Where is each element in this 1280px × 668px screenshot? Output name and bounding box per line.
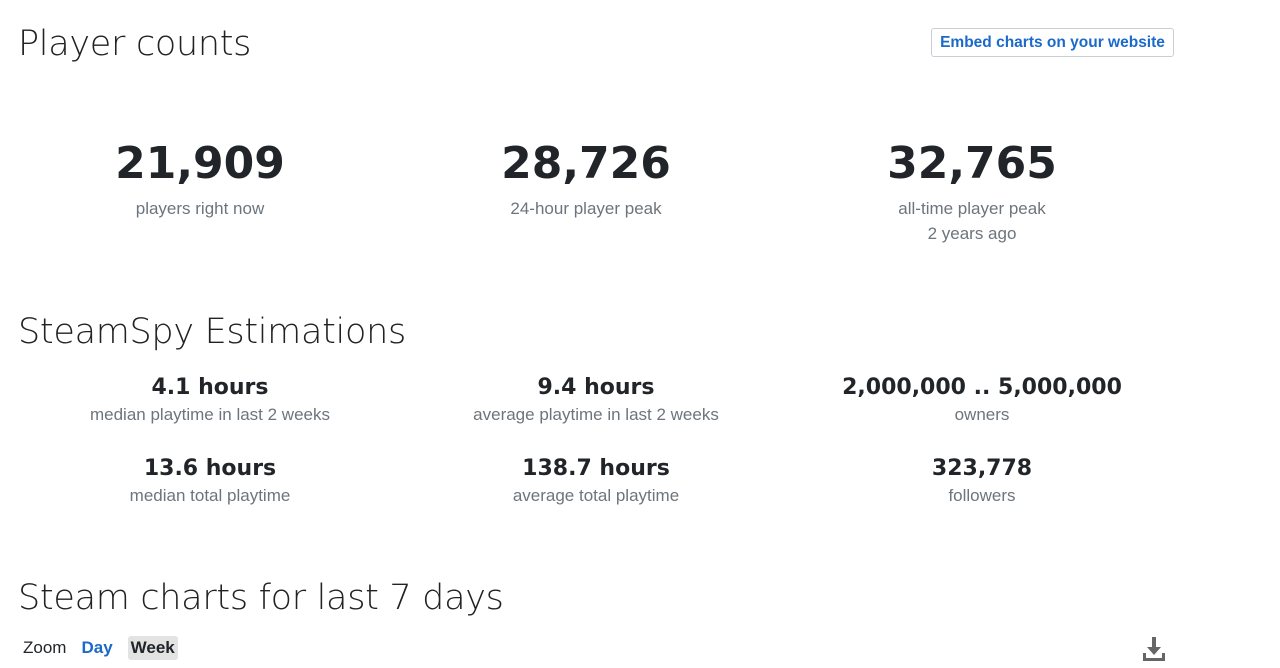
estimate-label: average playtime in last 2 weeks	[473, 405, 719, 424]
estimate-value: 13.6 hours	[143, 456, 277, 481]
zoom-week-button[interactable]: Week	[127, 636, 178, 660]
stat-value: 32,765	[887, 138, 1057, 189]
estimate-followers: 323,778 followers	[802, 455, 1162, 508]
stat-label: players right now	[135, 199, 265, 218]
estimate-owners: 2,000,000 .. 5,000,000 owners	[802, 374, 1162, 427]
player-counts-heading: Player counts	[18, 24, 252, 64]
stat-sub-label: 2 years ago	[927, 224, 1017, 243]
estimate-label: owners	[954, 405, 1010, 424]
stat-label: all-time player peak	[898, 199, 1046, 218]
steamspy-heading: SteamSpy Estimations	[18, 312, 406, 352]
steam-charts-heading: Steam charts for last 7 days	[18, 578, 504, 618]
estimate-median-total: 13.6 hours median total playtime	[30, 455, 390, 508]
estimate-average-total: 138.7 hours average total playtime	[416, 455, 776, 508]
stat-all-time-peak: 32,765 all-time player peak 2 years ago	[802, 140, 1142, 246]
estimate-value: 323,778	[931, 456, 1033, 481]
zoom-control: Zoom Day Week	[23, 636, 190, 660]
estimate-median-2w: 4.1 hours median playtime in last 2 week…	[30, 374, 390, 427]
stat-24h-peak: 28,726 24-hour player peak	[416, 140, 756, 221]
zoom-day-button[interactable]: Day	[78, 636, 115, 660]
stat-value: 21,909	[115, 138, 285, 189]
estimate-average-2w: 9.4 hours average playtime in last 2 wee…	[416, 374, 776, 427]
estimate-value: 4.1 hours	[151, 375, 269, 400]
estimate-label: followers	[948, 486, 1016, 505]
download-icon[interactable]	[1142, 636, 1166, 662]
estimate-value: 9.4 hours	[537, 375, 655, 400]
estimate-value: 138.7 hours	[522, 456, 670, 481]
stat-value: 28,726	[501, 138, 671, 189]
estimate-value: 2,000,000 .. 5,000,000	[842, 375, 1122, 400]
estimate-label: median playtime in last 2 weeks	[89, 405, 330, 424]
zoom-label: Zoom	[23, 638, 67, 657]
estimate-label: median total playtime	[129, 486, 291, 505]
stat-players-now: 21,909 players right now	[30, 140, 370, 221]
stat-label: 24-hour player peak	[510, 199, 662, 218]
embed-charts-button[interactable]: Embed charts on your website	[931, 28, 1174, 57]
estimate-label: average total playtime	[512, 486, 680, 505]
